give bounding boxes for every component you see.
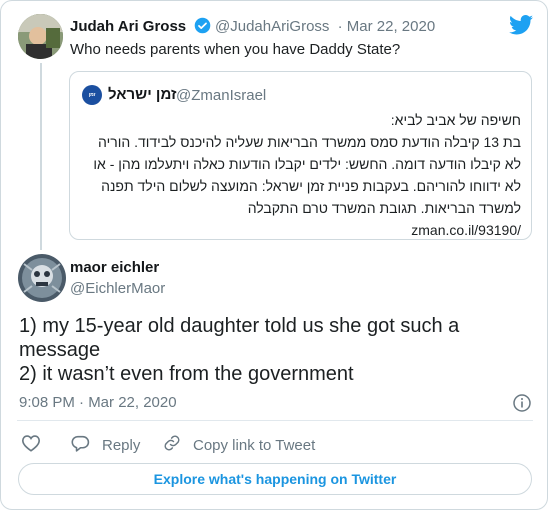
author-handle[interactable]: @JudahAriGross · Mar 22, 2020 [215, 18, 435, 35]
reply-label[interactable]: Reply [102, 437, 140, 454]
main-tweet-text: 1) my 15-year old daughter told us she g… [19, 314, 529, 386]
avatar-maor[interactable] [18, 254, 66, 302]
link-icon [163, 434, 193, 456]
embedded-link[interactable]: zman.co.il/93190/ [81, 219, 521, 241]
divider [17, 420, 533, 421]
thread-line [40, 63, 42, 250]
copy-link-button[interactable]: Copy link to Tweet [163, 434, 315, 456]
main-tweet-line-3: 2) it wasn’t even from the government [19, 363, 354, 385]
embedded-handle[interactable]: @ZmanIsrael [176, 87, 266, 104]
quoted-tweet-text: Who needs parents when you have Daddy St… [70, 41, 401, 58]
embedded-link-text[interactable]: zman.co.il/93190/ [411, 222, 521, 238]
tweet-card: Judah Ari Gross @JudahAriGross · Mar 22,… [0, 0, 548, 510]
verified-badge-icon [194, 17, 211, 38]
author-name-text[interactable]: Judah Ari Gross [70, 18, 186, 35]
embedded-name[interactable]: זמן ישראל [108, 86, 177, 103]
zman-logo-icon: זמן [82, 85, 102, 105]
embedded-line-3: לא קיבלו הודעה דומה. החשש: ילדים יקבלו ה… [93, 156, 521, 172]
main-tweet-line-2: message [19, 339, 101, 361]
embedded-line-4: לא ידווחו להוריהם. בעקבות פניית זמן ישרא… [101, 178, 521, 194]
avatar-judah[interactable] [18, 14, 63, 59]
tweet-date[interactable]: · Mar 22, 2020 [338, 18, 436, 35]
author-handle-text[interactable]: @JudahAriGross [215, 18, 329, 35]
author-name[interactable]: Judah Ari Gross [70, 17, 211, 38]
embedded-line-2: בת 13 קיבלה הודעת סמס ממשרד הבריאות שעלי… [98, 134, 521, 150]
explore-button[interactable]: Explore what's happening on Twitter [18, 463, 532, 495]
like-button[interactable] [21, 434, 53, 456]
reply-icon [71, 434, 102, 456]
twitter-bird-icon[interactable] [509, 15, 533, 40]
heart-icon [21, 434, 53, 456]
main-author-handle[interactable]: @EichlerMaor [70, 280, 165, 297]
copy-link-label[interactable]: Copy link to Tweet [193, 437, 315, 454]
main-tweet-line-1: 1) my 15-year old daughter told us she g… [19, 315, 460, 337]
reply-button[interactable]: Reply [71, 434, 140, 456]
embedded-line-1: חשיפה של אביב לביא: [390, 112, 521, 128]
main-author-name[interactable]: maor eichler [70, 259, 159, 276]
info-icon[interactable] [513, 394, 531, 417]
tweet-timestamp[interactable]: 9:08 PM · Mar 22, 2020 [19, 394, 177, 411]
embedded-quote-card[interactable]: זמן זמן ישראל @ZmanIsrael חשיפה של אביב … [69, 71, 532, 240]
explore-label[interactable]: Explore what's happening on Twitter [154, 471, 397, 487]
embedded-line-5: למשרד הבריאות. תגובת המשרד טרם התקבלה [247, 200, 521, 216]
